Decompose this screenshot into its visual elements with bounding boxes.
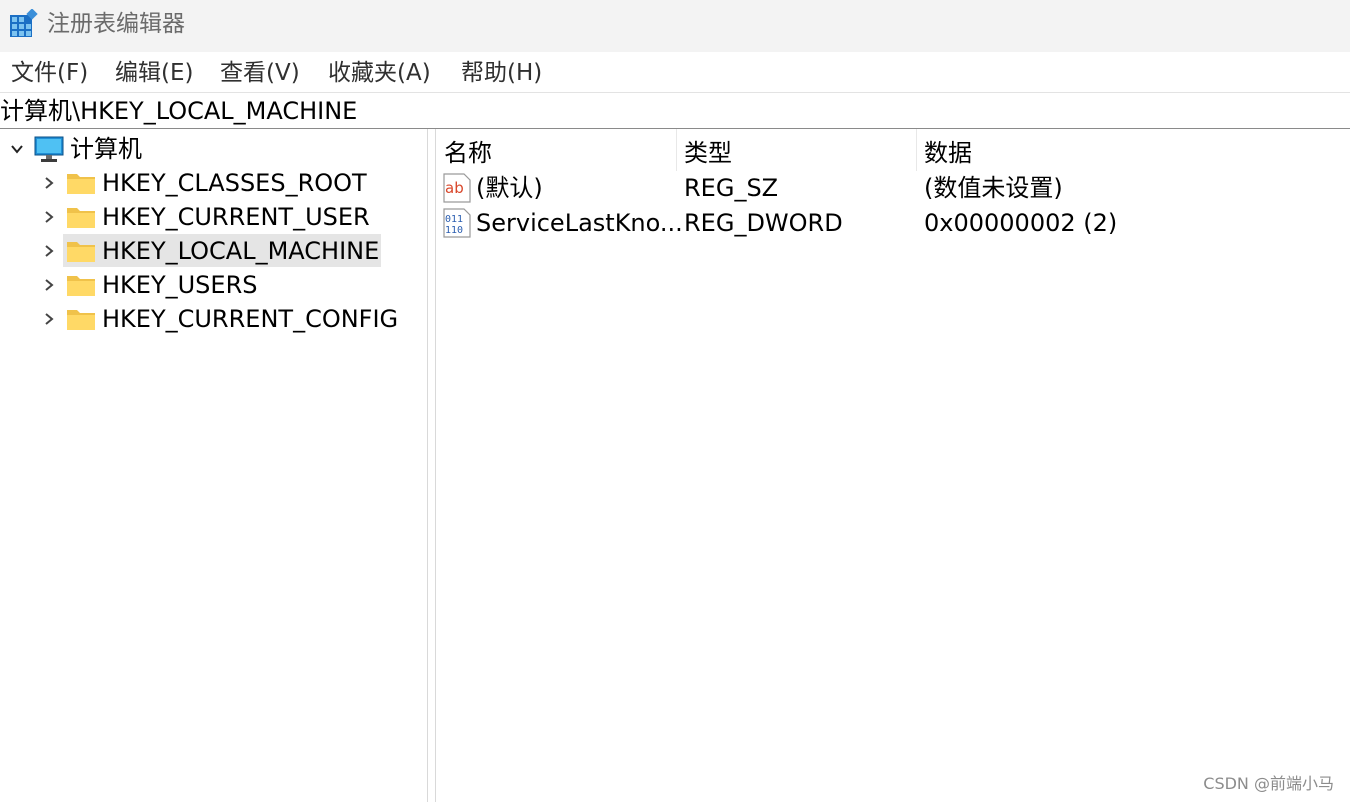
svg-text:011: 011 — [445, 214, 463, 225]
chevron-right-icon[interactable] — [42, 244, 56, 258]
column-header-name[interactable]: 名称 — [444, 137, 492, 169]
menu-file[interactable]: 文件(F) — [11, 58, 88, 88]
tree-item-hkey-current-config[interactable]: HKEY_CURRENT_CONFIG — [0, 303, 427, 335]
tree-root-computer[interactable]: 计算机 — [0, 133, 427, 165]
value-data: 0x00000002 (2) — [924, 209, 1118, 237]
folder-icon — [67, 310, 95, 330]
pane-splitter[interactable] — [427, 129, 436, 802]
chevron-right-icon[interactable] — [42, 312, 56, 326]
menu-bar: 文件(F) 编辑(E) 查看(V) 收藏夹(A) 帮助(H) — [0, 52, 1350, 93]
chevron-down-icon[interactable] — [10, 142, 24, 156]
folder-icon — [67, 174, 95, 194]
menu-help[interactable]: 帮助(H) — [461, 58, 542, 88]
chevron-right-icon[interactable] — [42, 278, 56, 292]
tree-item-hkey-users[interactable]: HKEY_USERS — [0, 269, 427, 301]
value-type: REG_SZ — [684, 174, 779, 202]
column-divider[interactable] — [916, 129, 917, 171]
window-title: 注册表编辑器 — [47, 11, 185, 37]
values-list: 名称 类型 数据 ab (默认) REG_SZ (数值未设置) 011 110 … — [436, 129, 1350, 802]
title-bar: 注册表编辑器 — [0, 0, 1350, 52]
tree-item-label: HKEY_LOCAL_MACHINE — [102, 237, 380, 265]
value-row-service[interactable]: 011 110 ServiceLastKno... REG_DWORD 0x00… — [436, 207, 1350, 239]
column-header-type[interactable]: 类型 — [684, 137, 732, 169]
value-data: (数值未设置) — [924, 174, 1063, 202]
tree-item-label: HKEY_CURRENT_USER — [102, 203, 370, 231]
menu-view[interactable]: 查看(V) — [220, 58, 300, 88]
tree-pane: 计算机 HKEY_CLASSES_ROOT HKEY_CURRENT_USER — [0, 129, 427, 802]
folder-icon — [67, 276, 95, 296]
svg-text:110: 110 — [445, 225, 463, 236]
folder-icon — [67, 242, 95, 262]
chevron-right-icon[interactable] — [42, 176, 56, 190]
value-row-default[interactable]: ab (默认) REG_SZ (数值未设置) — [436, 172, 1350, 204]
menu-edit[interactable]: 编辑(E) — [115, 58, 193, 88]
tree-item-hkey-classes-root[interactable]: HKEY_CLASSES_ROOT — [0, 167, 427, 199]
address-bar[interactable]: 计算机\HKEY_LOCAL_MACHINE — [0, 93, 1350, 129]
binary-value-icon: 011 110 — [443, 208, 471, 238]
column-divider[interactable] — [676, 129, 677, 171]
folder-icon — [67, 208, 95, 228]
menu-favorites[interactable]: 收藏夹(A) — [328, 58, 431, 88]
tree-item-label: HKEY_USERS — [102, 271, 258, 299]
tree-item-label: HKEY_CLASSES_ROOT — [102, 169, 367, 197]
tree-item-label: HKEY_CURRENT_CONFIG — [102, 305, 399, 333]
tree-root-label: 计算机 — [70, 135, 142, 163]
address-path[interactable]: 计算机\HKEY_LOCAL_MACHINE — [0, 95, 357, 127]
value-type: REG_DWORD — [684, 209, 843, 237]
string-value-icon: ab — [443, 173, 471, 203]
registry-editor-icon — [10, 9, 38, 37]
value-name: ServiceLastKno... — [476, 209, 683, 237]
svg-text:ab: ab — [445, 179, 464, 197]
tree-item-hkey-local-machine[interactable]: HKEY_LOCAL_MACHINE — [0, 235, 427, 267]
column-header-data[interactable]: 数据 — [924, 137, 972, 169]
value-name: (默认) — [476, 174, 543, 202]
tree-item-hkey-current-user[interactable]: HKEY_CURRENT_USER — [0, 201, 427, 233]
chevron-right-icon[interactable] — [42, 210, 56, 224]
watermark: CSDN @前端小马 — [1203, 774, 1334, 793]
computer-icon — [34, 136, 64, 162]
